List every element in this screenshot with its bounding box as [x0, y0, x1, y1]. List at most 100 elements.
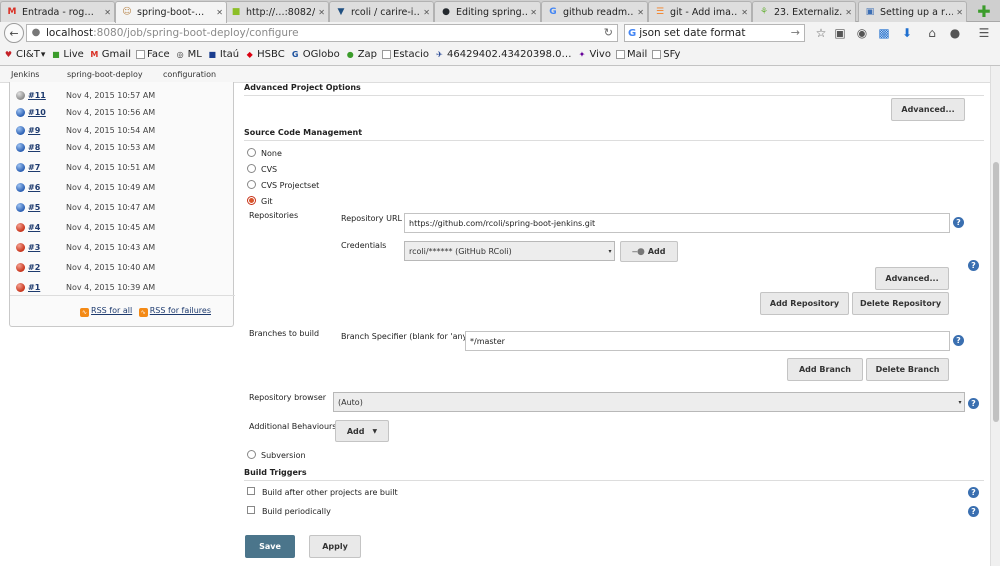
help-icon[interactable]: ? [968, 506, 979, 517]
menu-icon[interactable]: ☰ [977, 26, 991, 40]
chevron-down-icon: ▾ [40, 49, 46, 60]
home-icon[interactable]: ⌂ [925, 26, 939, 40]
tab-label: git - Add ima… [670, 6, 739, 18]
url-host: localhost [46, 27, 94, 39]
bookmark-item[interactable]: G OGlobo [290, 49, 340, 60]
bookmark-item[interactable]: ♥ CI&T ▾ [3, 49, 45, 60]
add-credentials-button[interactable]: ⎯● Add [620, 241, 678, 262]
browser-tab[interactable]: ⚘ 23. Externaliz… ✕ [752, 1, 856, 22]
scrollbar-thumb[interactable] [993, 162, 999, 422]
scm-subversion-radio[interactable] [247, 450, 256, 459]
help-icon[interactable]: ? [953, 217, 964, 228]
repositories-label: Repositories [249, 211, 299, 220]
pocket-icon[interactable]: ◉ [855, 26, 869, 40]
bookmark-item[interactable]: ■ Live [50, 49, 84, 60]
tab-label: github readm… [563, 6, 635, 18]
bookmark-favicon-icon: ✦ [578, 49, 586, 59]
tab-label: rcoli / carire-i… [351, 6, 421, 18]
chat-icon[interactable]: ● [948, 26, 962, 40]
google-icon: G [628, 27, 637, 39]
browser-tab[interactable]: M Entrada - rog… ✕ [0, 1, 115, 22]
additional-behaviours-label: Additional Behaviours [249, 422, 337, 431]
repository-browser-label: Repository browser [249, 393, 327, 402]
breadcrumb-item[interactable]: spring-boot-deploy [67, 70, 143, 79]
reading-list-icon[interactable]: ▣ [833, 26, 847, 40]
breadcrumb: Jenkins spring-boot-deploy configuration [0, 66, 990, 83]
scm-none-radio[interactable] [247, 148, 256, 157]
browser-tab[interactable]: ☺ spring-boot-… ✕ [115, 1, 227, 23]
bookmark-star-icon[interactable]: ☆ [814, 26, 828, 40]
browser-tab[interactable]: ● Editing spring… ✕ [434, 1, 541, 22]
browser-tab[interactable]: ▼ rcoli / carire-i… ✕ [329, 1, 434, 22]
search-go-icon[interactable]: → [791, 26, 800, 39]
scm-cvs-radio[interactable] [247, 164, 256, 173]
section-divider [244, 140, 984, 141]
help-icon[interactable]: ? [953, 335, 964, 346]
bookmark-item[interactable]: Face [135, 49, 170, 60]
search-bar[interactable]: G json set date format → [624, 24, 805, 42]
new-tab-icon[interactable]: ✚ [971, 2, 997, 21]
build-periodically-checkbox[interactable] [247, 506, 255, 514]
close-icon[interactable]: ✕ [845, 8, 852, 17]
browser-tab[interactable]: Ggithub readm… ✕ [541, 1, 648, 22]
repository-url-field[interactable]: https://github.com/rcoli/spring-boot-jen… [404, 213, 950, 233]
search-input[interactable]: json set date format [639, 27, 745, 39]
help-icon[interactable]: ? [968, 398, 979, 409]
help-icon[interactable]: ? [968, 260, 979, 271]
browser-tab[interactable]: ☰ git - Add ima… ✕ [648, 1, 752, 22]
close-icon[interactable]: ✕ [216, 8, 223, 17]
bookmark-favicon-icon: ◎ [176, 49, 184, 59]
breadcrumb-item[interactable]: Jenkins [11, 70, 39, 79]
page-scrollbar[interactable] [990, 66, 1000, 566]
delete-repository-button[interactable]: Delete Repository [852, 292, 949, 315]
bookmark-item[interactable]: ✦ Vivo [577, 49, 611, 60]
bookmark-favicon-icon [135, 50, 145, 59]
close-icon[interactable]: ✕ [104, 8, 111, 17]
bookmark-item[interactable]: ✈ 46429402.43420398.0… [434, 49, 572, 60]
credentials-select[interactable]: rcoli/****** (GitHub RColi) ▾ [404, 241, 615, 261]
close-icon[interactable]: ✕ [530, 8, 537, 17]
back-arrow-icon[interactable]: ← [4, 23, 24, 43]
browser-tab[interactable]: ▣ Setting up a r… ✕ [858, 1, 967, 22]
browser-tab[interactable]: ■ http://…:8082/✕ [224, 1, 329, 22]
breadcrumb-item[interactable]: configuration [163, 70, 216, 79]
bookmark-favicon-icon: ✈ [436, 49, 443, 59]
extension-icon[interactable]: ▩ [877, 26, 891, 40]
apply-button[interactable]: Apply [309, 535, 361, 558]
url-bar[interactable]: ● localhost:8080/job/spring-boot-deploy/… [26, 24, 618, 42]
bookmark-item[interactable]: ■ Itaú [207, 49, 240, 60]
bookmark-item[interactable]: ◎ ML [175, 49, 202, 60]
build-after-other-checkbox[interactable] [247, 487, 255, 495]
repository-browser-select[interactable]: (Auto) ▾ [333, 392, 965, 412]
close-icon[interactable]: ✕ [741, 8, 748, 17]
scm-git-radio[interactable] [247, 196, 256, 205]
bookmark-item[interactable]: SFy [652, 49, 680, 60]
bookmark-item[interactable]: ◆ HSBC [244, 49, 285, 60]
close-icon[interactable]: ✕ [956, 8, 963, 17]
repository-advanced-button[interactable]: Advanced... [875, 267, 949, 290]
help-icon[interactable]: ? [968, 487, 979, 498]
scm-cvs-projectset-radio[interactable] [247, 180, 256, 189]
close-icon[interactable]: ✕ [318, 8, 325, 17]
advanced-button[interactable]: Advanced... [891, 98, 965, 121]
save-button[interactable]: Save [245, 535, 295, 558]
bookmark-item[interactable]: Estacio [382, 49, 429, 60]
add-branch-button[interactable]: Add Branch [787, 358, 863, 381]
close-icon[interactable]: ✕ [637, 8, 644, 17]
tab-favicon-icon: ▣ [865, 6, 875, 17]
bookmark-item[interactable]: Mail [615, 49, 647, 60]
bookmark-favicon-icon: ■ [208, 49, 217, 59]
bookmark-label: CI&T [16, 49, 40, 60]
branch-specifier-field[interactable]: */master [465, 331, 950, 351]
close-icon[interactable]: ✕ [423, 8, 430, 17]
bookmark-item[interactable]: M Gmail [89, 49, 131, 60]
bookmark-item[interactable]: ● Zap [345, 49, 377, 60]
additional-behaviours-add-button[interactable]: Add ▼ [335, 420, 389, 442]
form-actions-bar: Save Apply [234, 529, 990, 566]
download-icon[interactable]: ⬇ [900, 26, 914, 40]
add-repository-button[interactable]: Add Repository [760, 292, 849, 315]
reload-icon[interactable]: ↻ [604, 26, 613, 39]
delete-branch-button[interactable]: Delete Branch [866, 358, 949, 381]
bookmark-label: 46429402.43420398.0… [447, 49, 572, 60]
bookmark-favicon-icon [615, 50, 625, 59]
